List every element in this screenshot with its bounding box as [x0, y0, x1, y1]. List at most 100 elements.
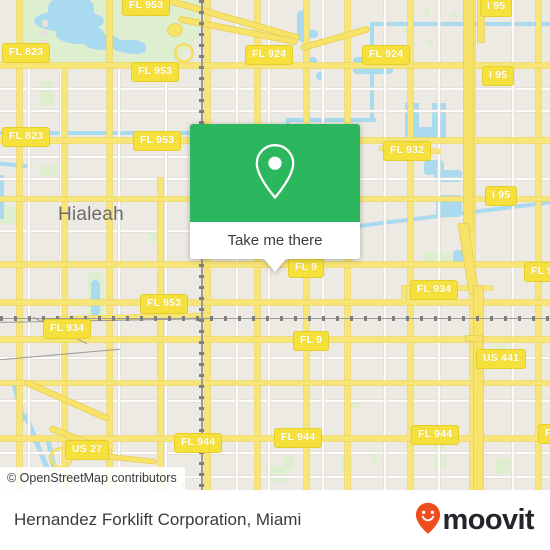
railway-tie: [420, 316, 423, 321]
location-title: Hernandez Forklift Corporation, Miami: [14, 510, 302, 529]
location-popup-card[interactable]: Take me there: [190, 124, 360, 272]
railway-tie: [199, 297, 204, 300]
railway-tie: [199, 308, 204, 311]
railway-tie: [199, 363, 204, 366]
railway-tie: [322, 316, 325, 321]
railway-tie: [490, 316, 493, 321]
road-shield-label: FL 953: [140, 294, 189, 314]
road-shield-label: FL 944: [411, 425, 460, 445]
railway-tie: [378, 316, 381, 321]
road-shield-label: FL 944: [174, 433, 223, 453]
railway-tie: [392, 316, 395, 321]
railway-tie: [140, 316, 143, 321]
map-park-area: [434, 445, 446, 469]
railway-tie: [196, 316, 199, 321]
railway-tie: [199, 88, 204, 91]
map-park-area: [40, 166, 58, 176]
railway-tie: [154, 316, 157, 321]
road-shield-label: US 27: [65, 440, 110, 460]
railway-tie: [199, 66, 204, 69]
railway-tie: [199, 418, 204, 421]
moovit-logo[interactable]: moovit: [415, 502, 535, 539]
railway-tie: [199, 341, 204, 344]
railway-tie: [210, 316, 213, 321]
map-park-area: [427, 38, 434, 45]
map-motorway-ramp: [466, 336, 482, 341]
map-screenshot: FL 953 FL 953 FL 823 FL 823 FL 953 FL 924 FL 9…: [0, 0, 550, 550]
railway-tie: [199, 462, 204, 465]
location-pin-icon: [252, 142, 298, 205]
road-shield-label: I 95: [482, 66, 515, 86]
railway-tie: [308, 316, 311, 321]
railway-tie: [199, 330, 204, 333]
railway-tie: [199, 55, 204, 58]
map-minor-road: [165, 64, 167, 490]
railway-tie: [182, 316, 185, 321]
take-me-there-button[interactable]: Take me there: [190, 222, 360, 259]
map-minor-road: [0, 357, 550, 359]
railway-tie: [199, 319, 204, 322]
railway-tie: [199, 33, 204, 36]
popup-photo-panel: [190, 124, 360, 222]
railway-tie: [199, 99, 204, 102]
railway-tie: [238, 316, 241, 321]
map-major-road: [536, 0, 541, 490]
railway-tie: [406, 316, 409, 321]
railway-tie: [280, 316, 283, 321]
railway-tie: [462, 316, 465, 321]
map-building-block: [42, 30, 48, 37]
railway-tie: [199, 44, 204, 47]
railway-tie: [364, 316, 367, 321]
railway-tie: [350, 316, 353, 321]
road-shield-label: I 95: [485, 186, 518, 206]
map-water-body: [91, 280, 100, 316]
map-major-road: [0, 381, 550, 385]
railway-tie: [199, 11, 204, 14]
railway-tie: [546, 316, 549, 321]
railway-tie: [518, 316, 521, 321]
railway-tie: [0, 316, 3, 321]
road-shield-label: FL 93: [524, 262, 550, 282]
railway-tie: [199, 110, 204, 113]
take-me-there-label: Take me there: [227, 232, 323, 249]
map-canvas[interactable]: FL 953 FL 953 FL 823 FL 823 FL 953 FL 924 FL 9…: [0, 0, 550, 490]
road-shield-label: FL 924: [362, 45, 411, 65]
railway-tie: [14, 316, 17, 321]
railway-tie: [294, 316, 297, 321]
map-park-area: [56, 54, 152, 62]
moovit-wordmark: moovit: [442, 503, 535, 536]
osm-attribution[interactable]: © OpenStreetMap contributors: [0, 467, 185, 490]
map-motorway-ramp: [175, 44, 193, 62]
railway-tie: [199, 396, 204, 399]
map-park-area: [496, 458, 510, 474]
railway-tie: [336, 316, 339, 321]
road-shield-label: FL 823: [2, 127, 51, 147]
map-minor-road: [0, 400, 550, 402]
road-shield-label: F: [538, 424, 550, 444]
railway-tie: [199, 374, 204, 377]
road-shield-label: FL 924: [245, 45, 294, 65]
railway-tie: [224, 316, 227, 321]
railway-tie: [112, 316, 115, 321]
map-major-road: [62, 64, 67, 490]
railway-tie: [266, 316, 269, 321]
road-shield-label: FL 9: [293, 331, 330, 351]
map-major-road: [0, 300, 550, 305]
railway-tie: [199, 473, 204, 476]
road-shield-label: FL 823: [2, 43, 51, 63]
popup-tail-arrow: [264, 259, 286, 272]
railway-tie: [434, 316, 437, 321]
map-canal: [286, 118, 376, 122]
railway-tie: [199, 352, 204, 355]
road-shield-label: FL 953: [133, 131, 182, 151]
map-minor-road: [118, 64, 120, 490]
map-major-road: [402, 286, 406, 302]
map-canal: [370, 24, 374, 120]
railway-tie: [199, 429, 204, 432]
road-shield-label: FL 944: [274, 428, 323, 448]
map-canal: [370, 22, 550, 26]
railway-tie: [199, 22, 204, 25]
moovit-smiley-pin-icon: [415, 502, 441, 539]
railway-tie: [252, 316, 255, 321]
railway-tie: [199, 264, 204, 267]
